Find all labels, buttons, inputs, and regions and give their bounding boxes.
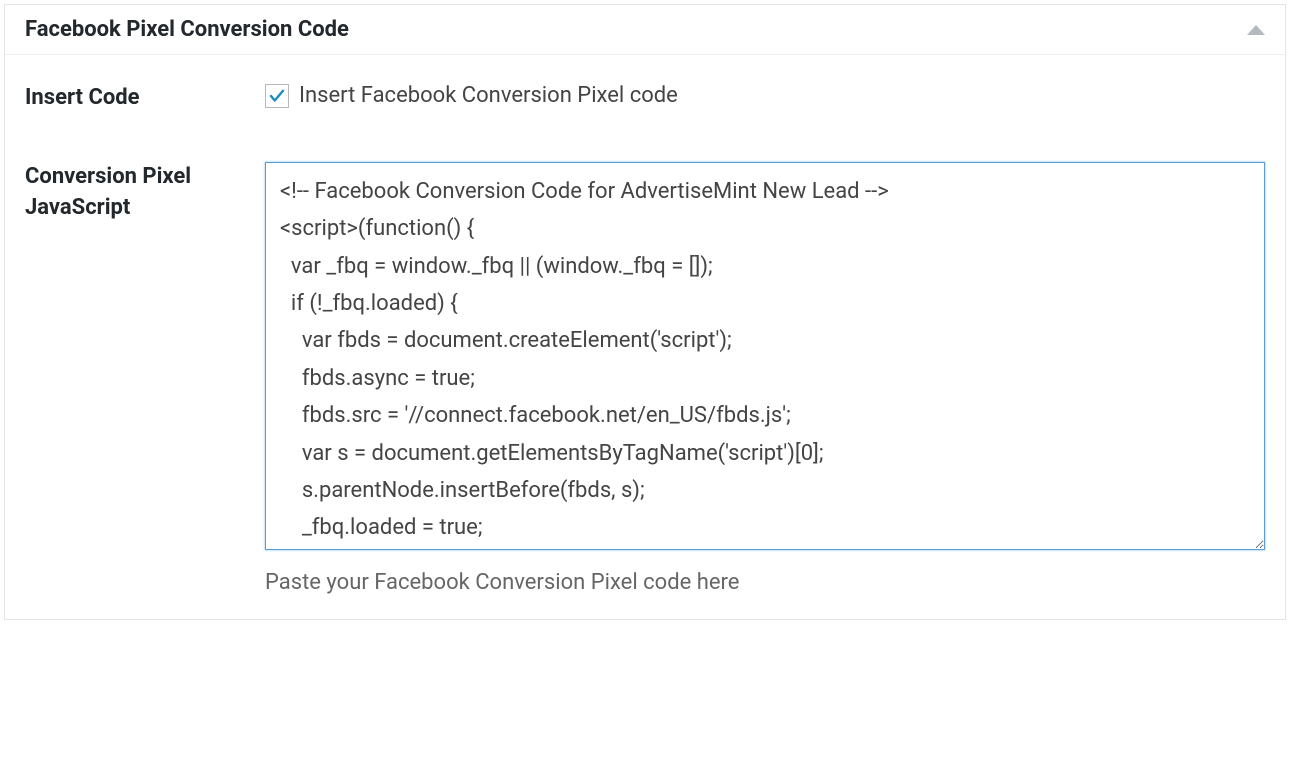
panel-title: Facebook Pixel Conversion Code bbox=[25, 17, 349, 42]
chevron-up-icon[interactable] bbox=[1247, 25, 1265, 35]
conversion-pixel-textarea[interactable] bbox=[265, 162, 1265, 550]
insert-code-label: Insert Code bbox=[25, 83, 265, 114]
insert-code-checkbox-wrap: Insert Facebook Conversion Pixel code bbox=[265, 83, 1265, 108]
insert-code-checkbox-label: Insert Facebook Conversion Pixel code bbox=[299, 83, 678, 108]
conversion-pixel-label: Conversion Pixel JavaScript bbox=[25, 162, 265, 224]
insert-code-checkbox[interactable] bbox=[265, 84, 289, 108]
settings-panel: Facebook Pixel Conversion Code Insert Co… bbox=[4, 4, 1286, 620]
insert-code-field: Insert Facebook Conversion Pixel code bbox=[265, 83, 1265, 108]
insert-code-row: Insert Code Insert Facebook Conversion P… bbox=[25, 83, 1265, 114]
conversion-pixel-field: Paste your Facebook Conversion Pixel cod… bbox=[265, 162, 1265, 595]
conversion-pixel-help: Paste your Facebook Conversion Pixel cod… bbox=[265, 570, 1265, 595]
panel-header: Facebook Pixel Conversion Code bbox=[5, 5, 1285, 55]
check-icon bbox=[268, 87, 286, 105]
panel-body: Insert Code Insert Facebook Conversion P… bbox=[5, 55, 1285, 619]
conversion-pixel-row: Conversion Pixel JavaScript Paste your F… bbox=[25, 162, 1265, 595]
